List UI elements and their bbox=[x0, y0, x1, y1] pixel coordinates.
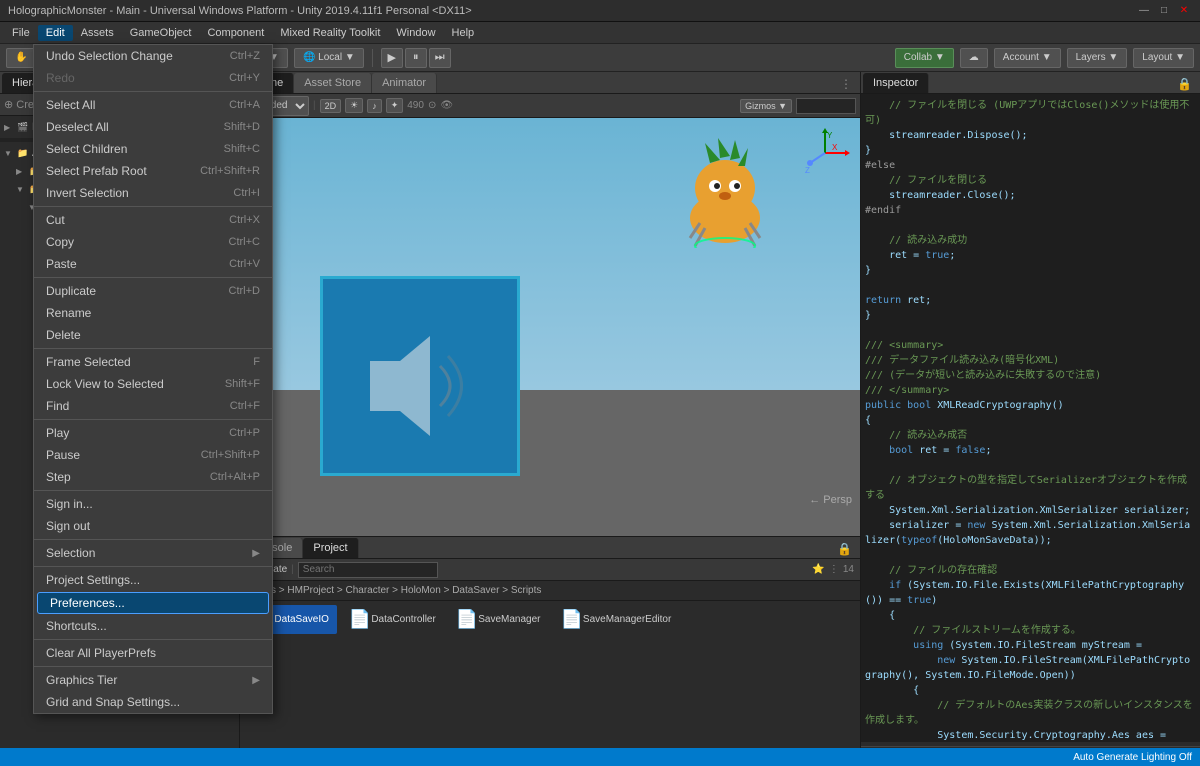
dd-selection[interactable]: Selection▶ bbox=[34, 542, 272, 564]
cloud-button[interactable]: ☁ bbox=[960, 48, 988, 68]
dd-duplicate[interactable]: DuplicateCtrl+D bbox=[34, 280, 272, 302]
layout-button[interactable]: Layout ▼ bbox=[1133, 48, 1194, 68]
menu-gameobject[interactable]: GameObject bbox=[122, 25, 200, 41]
bottom-panel-lock[interactable]: 🔒 bbox=[831, 540, 858, 558]
project-file-savemanager[interactable]: 📄 SaveManager bbox=[448, 605, 549, 634]
svg-text:Y: Y bbox=[827, 131, 833, 140]
dd-frame-selected[interactable]: Frame SelectedF bbox=[34, 351, 272, 373]
scene-panel-options[interactable]: ⋮ bbox=[834, 75, 858, 93]
menu-window[interactable]: Window bbox=[388, 25, 443, 41]
menubar: File Edit Assets GameObject Component Mi… bbox=[0, 22, 1200, 44]
statusbar-text: Auto Generate Lighting Off bbox=[1073, 752, 1192, 763]
dd-pause[interactable]: PauseCtrl+Shift+P bbox=[34, 444, 272, 466]
dd-find[interactable]: FindCtrl+F bbox=[34, 395, 272, 417]
collab-button[interactable]: Collab ▼ bbox=[895, 48, 954, 68]
dd-lock-view[interactable]: Lock View to SelectedShift+F bbox=[34, 373, 272, 395]
dd-grid-snap[interactable]: Grid and Snap Settings... bbox=[34, 691, 272, 713]
menu-edit[interactable]: Edit bbox=[38, 25, 73, 41]
dd-graphics-tier[interactable]: Graphics Tier▶ bbox=[34, 669, 272, 691]
account-button[interactable]: Account ▼ bbox=[994, 48, 1061, 68]
scene-gizmo: X Y Z bbox=[800, 128, 850, 178]
breadcrumb: Assets > HMProject > Character > HoloMon… bbox=[240, 581, 860, 601]
animator-tab[interactable]: Animator bbox=[372, 73, 437, 93]
favorites-btn[interactable]: ⭐ bbox=[812, 564, 824, 575]
titlebar: HolographicMonster - Main - Universal Wi… bbox=[0, 0, 1200, 22]
breadcrumb-path[interactable]: Assets > HMProject > Character > HoloMon… bbox=[246, 585, 541, 596]
layers-button[interactable]: Layers ▼ bbox=[1067, 48, 1128, 68]
dd-paste[interactable]: PasteCtrl+V bbox=[34, 253, 272, 275]
menu-help[interactable]: Help bbox=[444, 25, 483, 41]
dd-invert-selection[interactable]: Invert SelectionCtrl+I bbox=[34, 182, 272, 204]
dd-project-settings[interactable]: Project Settings... bbox=[34, 569, 272, 591]
dd-preferences[interactable]: Preferences... bbox=[37, 592, 269, 614]
menu-file[interactable]: File bbox=[4, 25, 38, 41]
separator-1: | bbox=[313, 100, 316, 111]
project-search[interactable] bbox=[298, 562, 438, 578]
dd-delete[interactable]: Delete bbox=[34, 324, 272, 346]
scene-monster bbox=[660, 138, 780, 238]
gizmos-btn[interactable]: Gizmos ▼ bbox=[740, 99, 792, 113]
play-controls: ▶ ⏸ ⏭ bbox=[381, 48, 451, 68]
dd-step[interactable]: StepCtrl+Alt+P bbox=[34, 466, 272, 488]
scene-speaker bbox=[340, 316, 480, 456]
asset-store-tab[interactable]: Asset Store bbox=[294, 73, 372, 93]
project-asset-count: 14 bbox=[843, 564, 854, 575]
dd-cut[interactable]: CutCtrl+X bbox=[34, 209, 272, 231]
2d-btn[interactable]: 2D bbox=[320, 99, 342, 113]
hidden-toggle[interactable]: 👁 bbox=[440, 100, 453, 111]
audio-btn[interactable]: ♪ bbox=[367, 99, 382, 113]
play-button[interactable]: ▶ bbox=[381, 48, 403, 68]
inspector-lock[interactable]: 🔒 bbox=[1171, 75, 1198, 93]
lighting-btn[interactable]: ☀ bbox=[345, 98, 363, 113]
dd-copy[interactable]: CopyCtrl+C bbox=[34, 231, 272, 253]
project-tab[interactable]: Project bbox=[303, 538, 358, 558]
inspector-panel: Inspector 🔒 // ファイルを閉じる (UWPアプリではClose()… bbox=[860, 72, 1200, 766]
step-button[interactable]: ⏭ bbox=[429, 48, 451, 68]
project-file-savemanagereditor[interactable]: 📄 SaveManagerEditor bbox=[553, 605, 680, 634]
svg-text:Z: Z bbox=[805, 166, 810, 175]
project-files: 📄 DataSaveIO 📄 DataController 📄 SaveMana… bbox=[240, 601, 860, 748]
maximize-button[interactable]: □ bbox=[1156, 3, 1172, 19]
dd-clear-playerprefs[interactable]: Clear All PlayerPrefs bbox=[34, 642, 272, 664]
dd-sign-out[interactable]: Sign out bbox=[34, 515, 272, 537]
menu-component[interactable]: Component bbox=[199, 25, 272, 41]
local-btn[interactable]: 🌐 Local ▼ bbox=[294, 48, 364, 68]
scene-viewport[interactable]: X Y Z ← Persp bbox=[240, 118, 860, 536]
menu-assets[interactable]: Assets bbox=[73, 25, 122, 41]
svg-text:X: X bbox=[832, 143, 838, 152]
dd-deselect-all[interactable]: Deselect AllShift+D bbox=[34, 116, 272, 138]
app-title: HolographicMonster - Main - Universal Wi… bbox=[8, 5, 1136, 17]
hand-tool[interactable]: ✋ bbox=[6, 48, 36, 68]
dd-select-children[interactable]: Select ChildrenShift+C bbox=[34, 138, 272, 160]
dd-rename[interactable]: Rename bbox=[34, 302, 272, 324]
dd-sign-in[interactable]: Sign in... bbox=[34, 493, 272, 515]
fx-btn[interactable]: ✦ bbox=[386, 98, 404, 113]
inspector-content: // ファイルを閉じる (UWPアプリではClose()メソッドは使用不可) s… bbox=[861, 94, 1200, 742]
dd-shortcuts[interactable]: Shortcuts... bbox=[34, 615, 272, 637]
scene-tabs: Scene Asset Store Animator ⋮ bbox=[240, 72, 860, 94]
menu-mrt[interactable]: Mixed Reality Toolkit bbox=[272, 25, 388, 41]
project-toolbar: ⊕ Create | ⭐ ⋮ 14 bbox=[240, 559, 860, 581]
dd-select-prefab-root[interactable]: Select Prefab RootCtrl+Shift+R bbox=[34, 160, 272, 182]
inspector-tab[interactable]: Inspector bbox=[863, 73, 929, 93]
minimize-button[interactable]: — bbox=[1136, 3, 1152, 19]
project-view-options[interactable]: ⋮ bbox=[829, 564, 839, 575]
dd-select-all[interactable]: Select AllCtrl+A bbox=[34, 94, 272, 116]
dd-redo[interactable]: RedoCtrl+Y bbox=[34, 67, 272, 89]
statusbar: Auto Generate Lighting Off bbox=[0, 748, 1200, 766]
scene-search[interactable] bbox=[796, 98, 856, 114]
project-file-datacontroller[interactable]: 📄 DataController bbox=[341, 605, 444, 634]
persp-label: ← Persp bbox=[809, 494, 852, 506]
dd-undo[interactable]: Undo Selection ChangeCtrl+Z bbox=[34, 45, 272, 67]
edit-menu-dropdown: Undo Selection ChangeCtrl+Z RedoCtrl+Y S… bbox=[33, 44, 273, 714]
dd-play[interactable]: PlayCtrl+P bbox=[34, 422, 272, 444]
bottom-panel: Console Project 🔒 ⊕ Create | ⭐ ⋮ bbox=[240, 536, 860, 766]
scene-toolbar: Shaded | 2D ☀ ♪ ✦ 490 ⊙ 👁 Gizmos ▼ bbox=[240, 94, 860, 118]
close-button[interactable]: ✕ bbox=[1176, 3, 1192, 19]
pause-button[interactable]: ⏸ bbox=[405, 48, 427, 68]
